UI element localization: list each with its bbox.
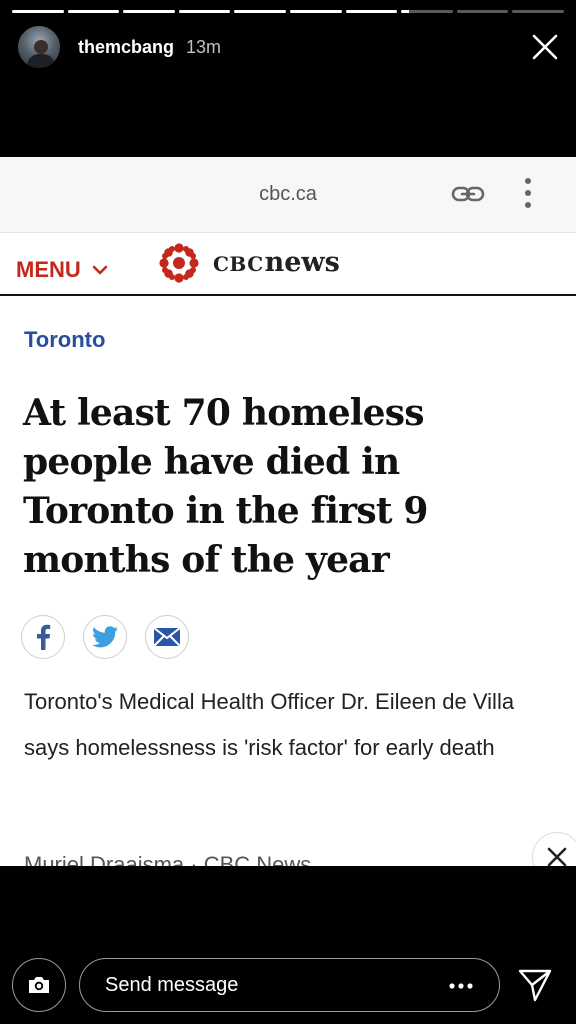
twitter-icon [92,626,118,648]
cbc-news-wordmark[interactable]: CBC news [213,247,340,278]
more-vertical-icon[interactable] [518,175,538,211]
close-icon [547,847,567,866]
progress-segment [123,10,175,13]
progress-fill [178,10,231,13]
progress-segment [234,10,286,13]
progress-segment [67,10,120,13]
progress-segment [456,10,509,13]
menu-button[interactable]: MENU [16,257,109,283]
close-button[interactable] [530,32,560,62]
progress-fill [123,10,175,13]
url-text[interactable]: cbc.ca [259,183,317,206]
menu-label: MENU [16,257,81,282]
progress-segment [512,10,564,13]
progress-fill [12,10,64,13]
browser-url-bar: cbc.ca [0,157,576,233]
facebook-icon [37,624,51,650]
section-link[interactable]: Toronto [24,327,105,353]
progress-fill [401,10,409,13]
link-icon[interactable] [451,177,485,211]
story-header: themcbang 13m [16,24,560,70]
more-horizontal-icon[interactable] [449,983,473,989]
close-icon [532,34,558,60]
chevron-down-icon [92,265,108,275]
article-summary: Toronto's Medical Health Officer Dr. Eil… [24,689,515,760]
progress-fill [345,10,398,13]
avatar[interactable] [16,24,62,70]
share-email-button[interactable] [145,615,189,659]
progress-segment [345,10,398,13]
progress-segment [178,10,231,13]
email-icon [153,627,181,647]
article-headline: At least 70 homeless people have died in… [23,392,428,581]
progress-fill [67,10,120,13]
share-twitter-button[interactable] [83,615,127,659]
cbc-gem-logo[interactable] [157,241,201,285]
cbc-navbar: MENU CBC news [0,233,576,296]
progress-segment [401,10,453,13]
progress-fill [289,10,342,13]
message-field[interactable] [79,958,500,1012]
username[interactable]: themcbang [78,37,174,58]
shared-screenshot: cbc.ca MENU CBC news Toronto At least 70… [0,157,576,866]
progress-segment [289,10,342,13]
progress-fill [234,10,286,13]
story-progress [12,10,564,13]
share-facebook-button[interactable] [21,615,65,659]
progress-segment [12,10,64,13]
brand-big: news [264,247,340,278]
send-icon[interactable] [517,967,553,1003]
brand-small: CBC [213,252,264,276]
camera-icon [29,977,49,993]
camera-button[interactable] [12,958,66,1012]
reply-bar [0,866,576,1024]
time-ago: 13m [186,36,222,57]
message-input[interactable] [105,973,425,997]
article-byline: Muriel Draaisma · CBC News [24,852,312,866]
dismiss-button[interactable] [532,832,576,866]
